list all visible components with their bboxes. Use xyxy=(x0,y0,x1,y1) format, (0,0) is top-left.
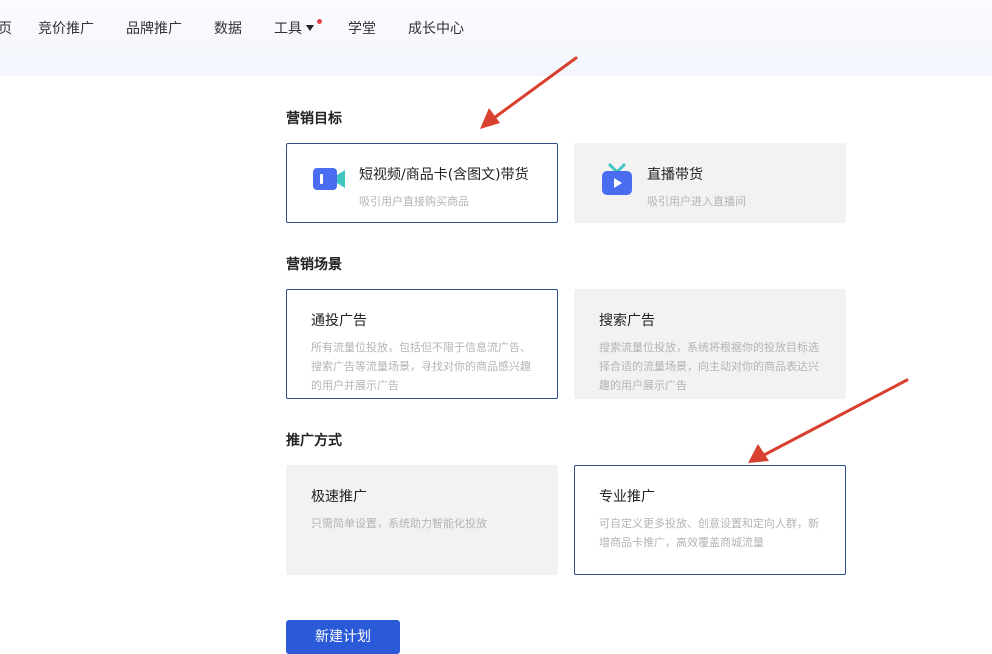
method-card-description: 可自定义更多投放、创意设置和定向人群，新增商品卡推广，高效覆盖商城流量 xyxy=(599,517,819,549)
method-card-title: 极速推广 xyxy=(311,489,367,505)
goal-card-live-stream[interactable]: 直播带货 吸引用户进入直播间 xyxy=(574,143,846,223)
method-card-professional[interactable]: 专业推广 可自定义更多投放、创意设置和定向人群，新增商品卡推广，高效覆盖商城流量 xyxy=(574,465,846,575)
method-card-description: 只需简单设置，系统助力智能化投放 xyxy=(311,517,487,530)
video-camera-icon xyxy=(311,162,347,198)
goal-card-description: 吸引用户进入直播间 xyxy=(647,195,746,208)
method-card-express[interactable]: 极速推广 只需简单设置，系统助力智能化投放 xyxy=(286,465,558,575)
top-navigation: 页 竞价推广 品牌推广 数据 工具 学堂 成长中心 xyxy=(0,0,992,76)
nav-item-bidding-promotion[interactable]: 竞价推广 xyxy=(38,20,94,38)
scene-card-title: 搜索广告 xyxy=(599,313,655,329)
nav-item-brand-promotion[interactable]: 品牌推广 xyxy=(126,20,182,38)
scene-card-title: 通投广告 xyxy=(311,313,367,329)
section-title-promotion-method: 推广方式 xyxy=(286,433,342,449)
nav-item-data[interactable]: 数据 xyxy=(214,20,242,38)
nav-item-tools[interactable]: 工具 xyxy=(274,19,322,38)
nav-item-home[interactable]: 页 xyxy=(0,20,12,38)
goal-card-title: 直播带货 xyxy=(647,167,703,183)
notification-dot-icon xyxy=(317,19,322,24)
scene-card-general-ads[interactable]: 通投广告 所有流量位投放，包括但不限于信息流广告、搜索广告等流量场景，寻找对你的… xyxy=(286,289,558,399)
section-title-marketing-goal: 营销目标 xyxy=(286,111,342,127)
nav-item-growth-center[interactable]: 成长中心 xyxy=(408,20,464,38)
caret-down-icon xyxy=(306,25,314,31)
method-card-title: 专业推广 xyxy=(599,489,655,505)
create-plan-button[interactable]: 新建计划 xyxy=(286,620,400,654)
scene-card-description: 所有流量位投放，包括但不限于信息流广告、搜索广告等流量场景，寻找对你的商品感兴趣… xyxy=(311,341,531,392)
nav-item-academy[interactable]: 学堂 xyxy=(348,20,376,38)
goal-card-description: 吸引用户直接购买商品 xyxy=(359,195,469,208)
section-title-marketing-scene: 营销场景 xyxy=(286,257,342,273)
tv-play-icon xyxy=(599,162,635,202)
goal-card-short-video[interactable]: 短视频/商品卡(含图文)带货 吸引用户直接购买商品 xyxy=(286,143,558,223)
scene-card-description: 搜索流量位投放，系统将根据你的投放目标选择合适的流量场景，向主动对你的商品表达兴… xyxy=(599,341,819,392)
goal-card-title: 短视频/商品卡(含图文)带货 xyxy=(359,167,529,183)
scene-card-search-ads[interactable]: 搜索广告 搜索流量位投放，系统将根据你的投放目标选择合适的流量场景，向主动对你的… xyxy=(574,289,846,399)
nav-item-tools-label: 工具 xyxy=(274,21,302,37)
